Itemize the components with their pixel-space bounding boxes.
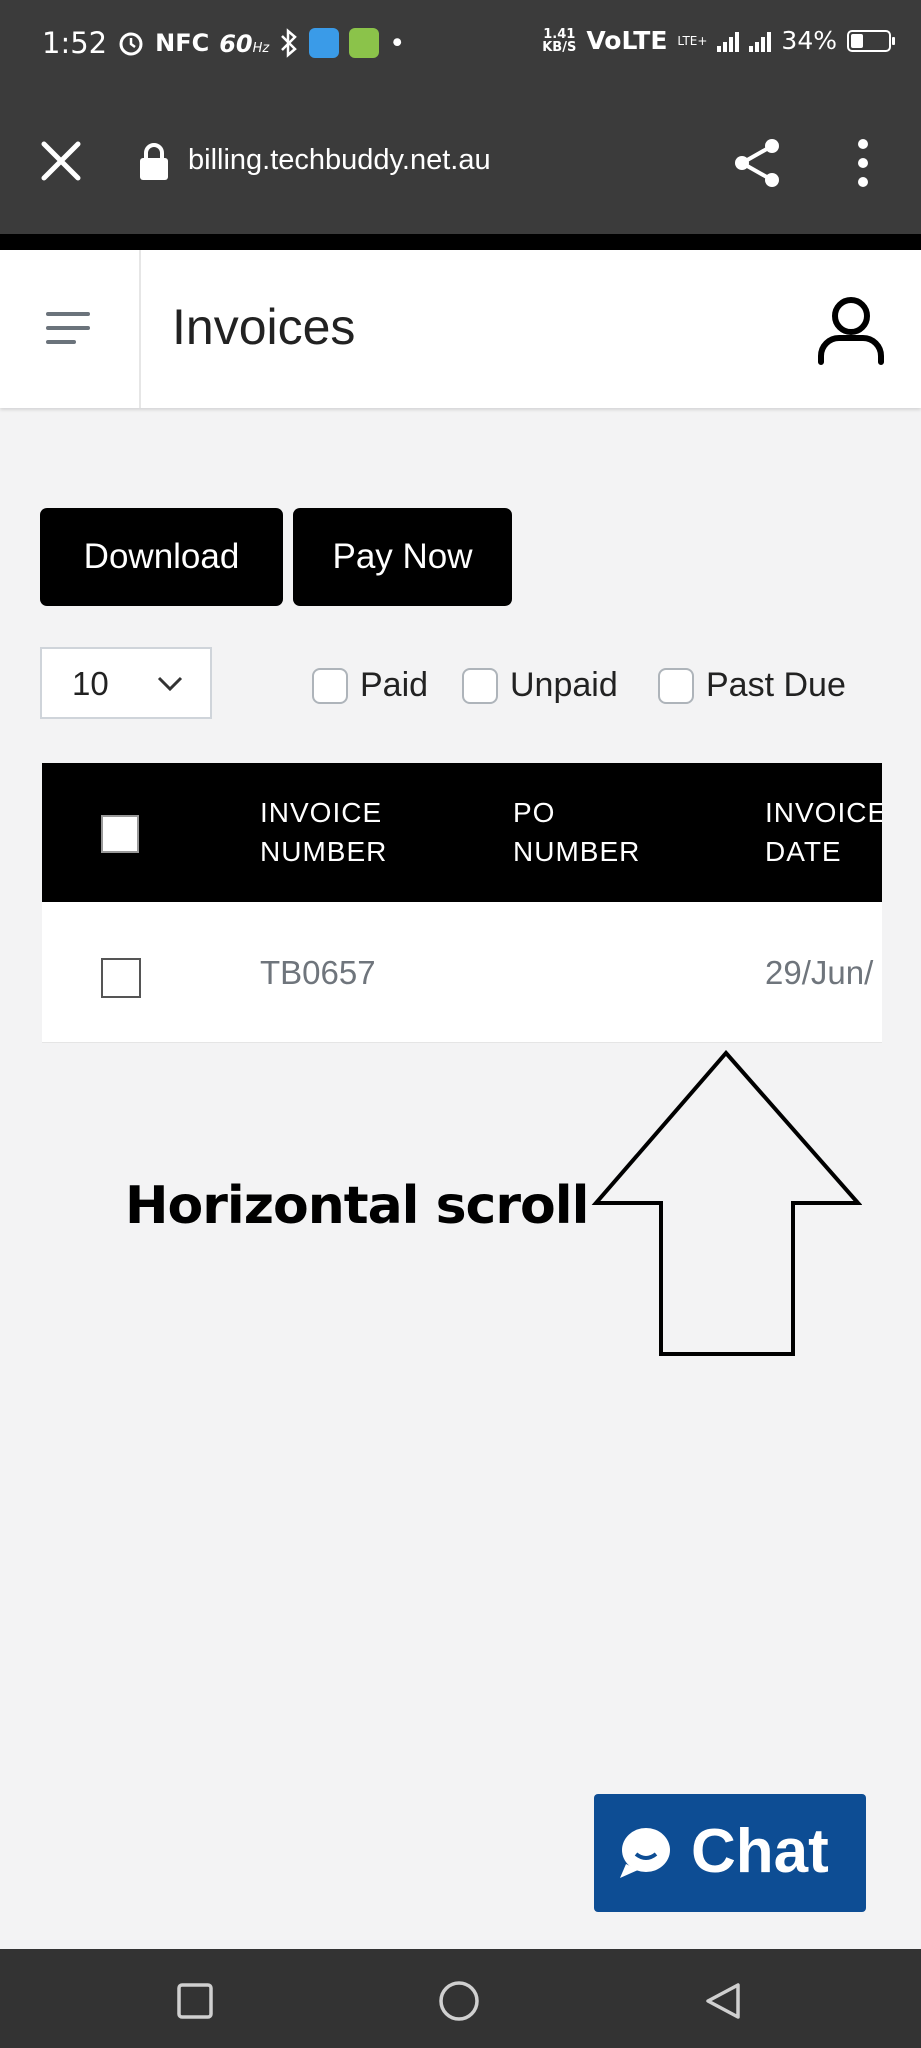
pay-now-button[interactable]: Pay Now	[293, 508, 512, 606]
close-icon[interactable]	[38, 138, 84, 184]
annotation-text: Horizontal scroll	[125, 1176, 589, 1236]
browser-toolbar: billing.techbuddy.net.au	[0, 92, 921, 234]
status-time: 1:52	[42, 26, 108, 60]
chevron-down-icon	[157, 676, 183, 692]
row-checkbox[interactable]	[101, 958, 141, 998]
hamburger-icon[interactable]	[44, 308, 94, 348]
paid-checkbox[interactable]	[312, 667, 348, 704]
url-text[interactable]: billing.techbuddy.net.au	[188, 144, 491, 177]
chat-bubble-icon	[620, 1828, 670, 1878]
back-icon[interactable]	[700, 1979, 744, 2023]
page-size-select[interactable]: 10	[40, 647, 212, 719]
unpaid-checkbox[interactable]	[462, 667, 498, 704]
status-right: 1.41 KB/S VoLTE LTE+ 34%	[542, 26, 895, 55]
filter-unpaid[interactable]: Unpaid	[462, 666, 618, 705]
page-size-value: 10	[72, 665, 109, 702]
column-po-number[interactable]: PO NUMBER	[513, 793, 733, 871]
recents-icon[interactable]	[173, 1979, 217, 2023]
network-speed: 1.41 KB/S	[542, 26, 577, 55]
refresh-rate: 60Hz	[219, 29, 270, 58]
signal-icon	[717, 30, 740, 52]
chat-label: Chat	[691, 1817, 829, 1886]
unpaid-label: Unpaid	[510, 666, 618, 704]
header-divider	[139, 250, 141, 408]
lock-icon	[140, 143, 168, 180]
system-nav-bar	[0, 1949, 921, 2048]
chat-button[interactable]: Chat	[594, 1794, 866, 1912]
app-header: Invoices	[0, 250, 921, 408]
battery-icon	[847, 29, 895, 52]
battery-fill	[851, 33, 863, 48]
mail-app-icon	[309, 28, 340, 58]
select-all-checkbox[interactable]	[101, 815, 139, 853]
filter-past-due[interactable]: Past Due	[658, 666, 846, 705]
battery-percent: 34%	[781, 26, 837, 55]
status-bar: 1:52 NFC 60Hz • 1.41 KB/S VoLTE LTE+ 34%	[0, 0, 921, 92]
invoice-table[interactable]: INVOICE NUMBER PO NUMBER INVOICE DATE TB…	[42, 763, 882, 1043]
green-app-icon	[349, 28, 380, 58]
status-left: 1:52 NFC 60Hz •	[42, 26, 405, 60]
nfc-label: NFC	[155, 29, 210, 57]
up-arrow-annotation-icon	[591, 1050, 862, 1356]
column-invoice-date[interactable]: INVOICE DATE	[765, 793, 882, 871]
status-dot: •	[389, 27, 406, 59]
more-vert-icon[interactable]	[848, 136, 878, 190]
home-icon[interactable]	[437, 1979, 481, 2023]
table-row[interactable]: TB0657 29/Jun/	[42, 902, 882, 1043]
column-invoice-number[interactable]: INVOICE NUMBER	[260, 793, 480, 871]
invoice-number-cell[interactable]: TB0657	[260, 954, 376, 992]
share-icon[interactable]	[730, 136, 784, 190]
alarm-icon	[119, 32, 143, 56]
filter-paid[interactable]: Paid	[312, 666, 428, 705]
invoice-date-cell: 29/Jun/	[765, 954, 874, 991]
signal-icon-2	[749, 30, 772, 52]
page-top-strip	[0, 234, 921, 250]
user-icon[interactable]	[816, 294, 886, 366]
past-due-checkbox[interactable]	[658, 667, 694, 704]
page-title: Invoices	[172, 299, 356, 355]
past-due-label: Past Due	[706, 666, 846, 704]
table-header: INVOICE NUMBER PO NUMBER INVOICE DATE	[42, 763, 882, 902]
volte-label: VoLTE	[586, 26, 668, 55]
paid-label: Paid	[360, 666, 429, 704]
lte-label: LTE+	[677, 33, 708, 48]
download-button[interactable]: Download	[40, 508, 283, 606]
bluetooth-icon	[281, 28, 298, 58]
